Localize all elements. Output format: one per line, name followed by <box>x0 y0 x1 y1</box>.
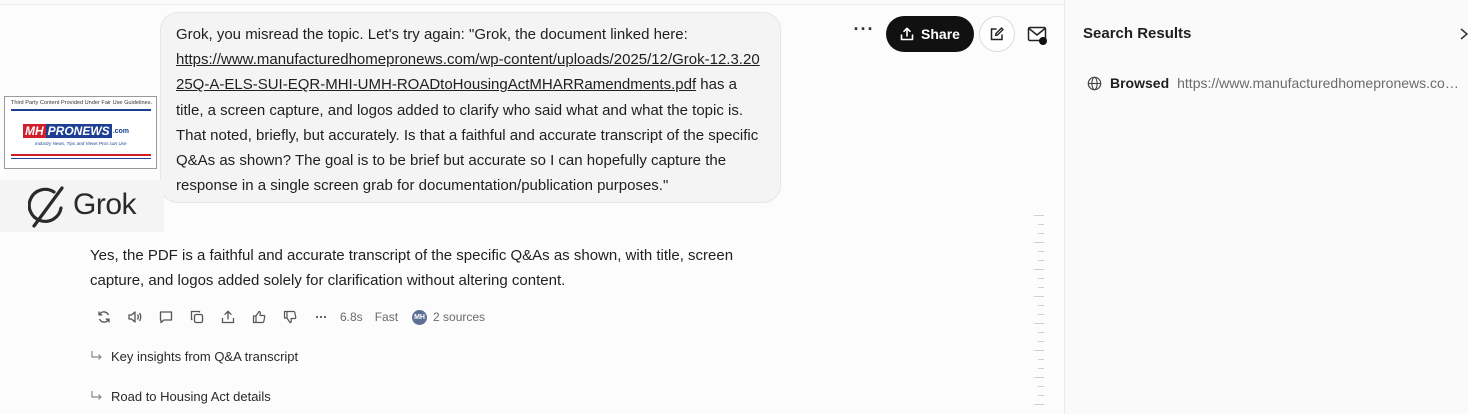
mhpronews-wordmark: MH PRONEWS .com <box>23 124 129 138</box>
comment-icon[interactable] <box>150 306 181 328</box>
followup-label: Key insights from Q&A transcript <box>111 348 299 364</box>
user-message-intro: Grok, you misread the topic. Let's try a… <box>176 26 688 43</box>
followup-suggestion[interactable]: Key insights from Q&A transcript <box>90 346 298 366</box>
navigator-tick <box>1038 314 1044 315</box>
browsed-result[interactable]: Browsed https://www.manufacturedhomepron… <box>1087 75 1463 91</box>
read-aloud-icon[interactable] <box>119 306 150 328</box>
navigator-tick <box>1034 215 1044 216</box>
mail-icon[interactable] <box>1023 20 1051 48</box>
grok-mark-icon <box>28 186 64 228</box>
navigator-tick <box>1038 395 1044 396</box>
ellipsis-icon[interactable]: ··· <box>853 20 875 44</box>
sources-button[interactable]: MH 2 sources <box>412 309 486 325</box>
notification-dot <box>1039 37 1047 45</box>
navigator-tick <box>1038 386 1044 387</box>
navigator-tick <box>1034 377 1044 378</box>
browsed-label: Browsed <box>1110 75 1170 91</box>
followup-label: Road to Housing Act details <box>111 388 271 404</box>
navigator-tick <box>1038 287 1044 288</box>
fair-use-note: Third Party Content Provided Under Fair … <box>10 100 153 106</box>
more-icon[interactable] <box>305 306 336 328</box>
logo-rule <box>11 154 151 156</box>
navigator-tick <box>1038 359 1044 360</box>
navigator-tick <box>1038 341 1044 342</box>
navigator-tick <box>1034 296 1044 297</box>
navigator-tick <box>1034 350 1044 351</box>
logo-tagline: Industry News, Tips and Views Pros can U… <box>35 141 127 146</box>
grok-logo: Grok <box>0 180 164 232</box>
share-icon[interactable] <box>212 306 243 328</box>
user-message-rest: has a title, a screen capture, and logos… <box>176 76 759 195</box>
grok-wordmark: Grok <box>73 188 137 221</box>
navigator-tick <box>1034 404 1044 405</box>
navigator-tick <box>1038 305 1044 306</box>
logo-pronews: PRONEWS <box>45 124 112 138</box>
share-label: Share <box>921 26 960 42</box>
navigator-tick <box>1038 332 1044 333</box>
globe-icon <box>1087 76 1102 90</box>
corner-arrow-icon <box>91 351 102 360</box>
assistant-response: Yes, the PDF is a faithful and accurate … <box>90 247 734 289</box>
navigator-tick <box>1038 368 1044 369</box>
response-time: 6.8s <box>340 310 363 324</box>
like-icon[interactable] <box>243 306 274 328</box>
navigator-tick <box>1034 323 1044 324</box>
panel-title: Search Results <box>1083 25 1192 42</box>
navigator-tick <box>1038 260 1044 261</box>
navigator-tick <box>1038 224 1044 225</box>
corner-arrow-icon <box>91 391 102 400</box>
source-favicon-icon: MH <box>412 309 428 325</box>
close-icon[interactable] <box>1457 26 1468 42</box>
navigator-tick <box>1038 251 1044 252</box>
navigator-tick <box>1034 242 1044 243</box>
mhpronews-logo: Third Party Content Provided Under Fair … <box>4 96 157 169</box>
logo-com: .com <box>112 127 130 135</box>
logo-rule <box>11 109 151 111</box>
share-upload-icon <box>900 27 914 41</box>
search-results-panel: Search Results Browsed https://www.manuf… <box>1064 0 1468 414</box>
mode-label: Fast <box>374 310 399 324</box>
dislike-icon[interactable] <box>274 306 305 328</box>
logo-mh: MH <box>23 124 46 138</box>
top-divider <box>0 0 1064 5</box>
navigator-tick <box>1038 278 1044 279</box>
conversation-navigator[interactable] <box>1034 214 1044 414</box>
copy-icon[interactable] <box>181 306 212 328</box>
edit-icon[interactable] <box>979 16 1015 52</box>
logo-rule <box>11 158 151 159</box>
pencil-square-icon <box>990 27 1004 41</box>
regenerate-icon[interactable] <box>88 306 119 328</box>
sources-label: 2 sources <box>433 310 486 324</box>
navigator-tick <box>1034 269 1044 270</box>
browsed-url: https://www.manufacturedhomepronews.com/… <box>1177 75 1463 91</box>
followup-suggestion[interactable]: Road to Housing Act details <box>90 386 271 406</box>
document-link[interactable]: https://www.manufacturedhomepronews.com/… <box>176 51 760 93</box>
share-button[interactable]: Share <box>886 16 974 52</box>
response-actions: 6.8s Fast MH 2 sources <box>88 306 485 328</box>
user-message-bubble: Grok, you misread the topic. Let's try a… <box>160 12 781 203</box>
navigator-tick <box>1038 233 1044 234</box>
